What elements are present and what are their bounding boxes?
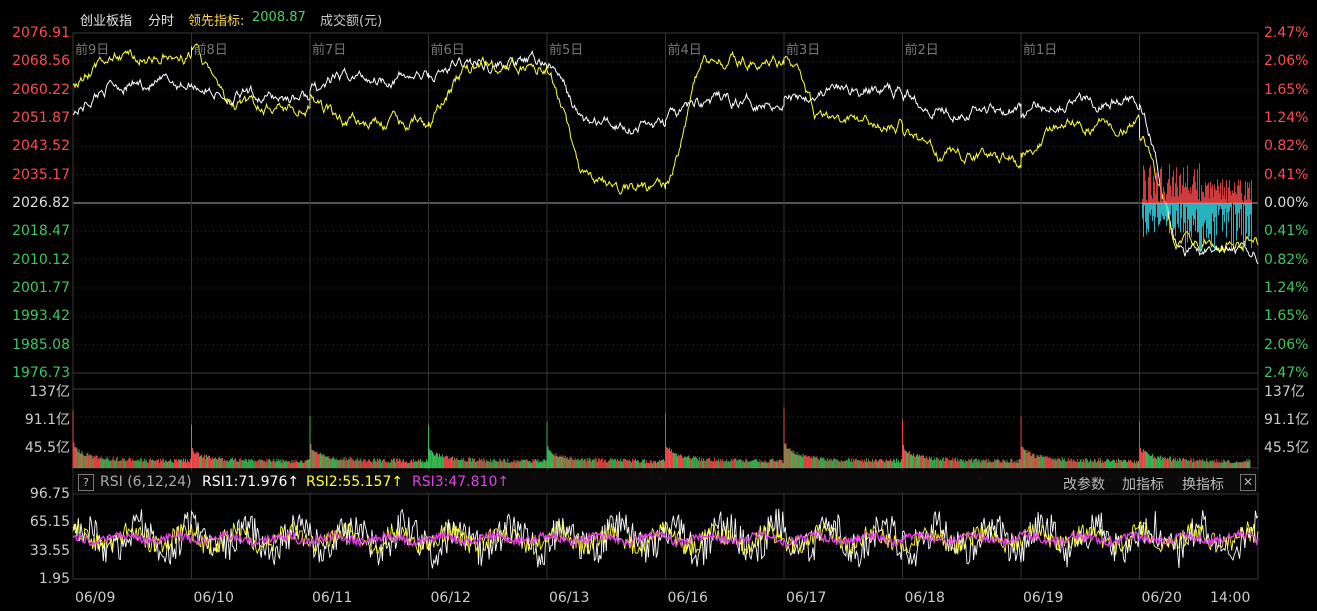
help-button[interactable]: ? [78, 474, 94, 491]
percent-label: 2.06% [1264, 336, 1309, 353]
percent-label: 0.41% [1264, 223, 1309, 240]
amount-label: 成交额(元) [320, 14, 383, 29]
grid-lines [72, 32, 1259, 580]
percent-label: 0.00% [1264, 195, 1309, 211]
volume-label: 137亿 [1264, 384, 1305, 400]
date-label: 06/09 [75, 590, 116, 606]
day-label: 前7日 [312, 43, 347, 58]
close-icon[interactable]: ✕ [1240, 474, 1256, 491]
percent-label: 1.65% [1264, 81, 1309, 98]
day-label: 前8日 [193, 43, 228, 58]
volume-label: 91.1亿 [24, 412, 70, 428]
price-label: 1993.42 [12, 308, 70, 325]
leading-label: 领先指标: [188, 14, 245, 29]
percent-label: 1.24% [1264, 110, 1309, 126]
rsi-label: 1.95 [38, 571, 70, 587]
percent-label: 0.41% [1264, 166, 1309, 183]
day-label: 前9日 [75, 43, 110, 58]
percent-label: 1.65% [1264, 308, 1309, 325]
switch-indicator-button[interactable]: 换指标 [1182, 474, 1224, 494]
rsi-label: 33.55 [29, 542, 70, 559]
price-label: 2001.77 [12, 280, 70, 296]
price-label: 2035.17 [12, 166, 70, 183]
date-label: 06/12 [430, 590, 471, 606]
price-label: 1985.08 [12, 336, 70, 353]
leading-value: 2008.87 [252, 10, 306, 25]
rsi-label: 65.15 [29, 514, 70, 531]
mode-label[interactable]: 分时 [148, 10, 174, 29]
date-label: 06/16 [667, 590, 708, 606]
date-label: 06/20 [1141, 590, 1182, 606]
add-indicator-button[interactable]: 加指标 [1122, 474, 1164, 494]
chart-canvas [72, 32, 1259, 580]
percent-label: 2.47% [1264, 365, 1309, 381]
volume-label: 137亿 [29, 384, 70, 400]
index-name[interactable]: 创业板指 [80, 10, 132, 29]
day-label: 前5日 [549, 43, 584, 58]
date-label: 06/13 [549, 590, 590, 606]
price-label: 2010.12 [12, 251, 70, 268]
day-label: 前6日 [430, 43, 465, 58]
percent-label: 0.82% [1264, 251, 1309, 268]
day-label: 前1日 [1023, 43, 1058, 58]
percent-label: 1.24% [1264, 280, 1309, 296]
date-label: 06/10 [193, 590, 234, 606]
volume-label: 91.1亿 [1264, 412, 1310, 428]
volume-label: 45.5亿 [24, 440, 70, 456]
day-label: 前4日 [667, 43, 702, 58]
day-label: 前2日 [904, 43, 939, 58]
price-label: 2051.87 [12, 110, 70, 126]
edit-params-button[interactable]: 改参数 [1063, 474, 1105, 494]
rsi-label: 96.75 [29, 486, 70, 502]
price-label: 2026.82 [12, 195, 70, 211]
volume-label: 45.5亿 [1264, 440, 1310, 456]
day-label: 前3日 [786, 43, 821, 58]
percent-label: 2.06% [1264, 53, 1309, 70]
rsi1-value: RSI1:71.976↑ [202, 474, 300, 490]
price-label: 2018.47 [12, 223, 70, 240]
price-label: 2043.52 [12, 138, 70, 155]
percent-label: 0.82% [1264, 138, 1309, 155]
rsi2-value: RSI2:55.157↑ [306, 474, 404, 490]
price-label: 2076.91 [12, 25, 70, 41]
percent-label: 2.47% [1264, 25, 1309, 41]
rsi-name: RSI (6,12,24) [100, 474, 192, 490]
price-label: 2060.22 [12, 81, 70, 98]
price-label: 1976.73 [12, 365, 70, 381]
date-label: 06/19 [1023, 590, 1064, 606]
date-label: 14:00 [1210, 590, 1251, 606]
price-label: 2068.56 [12, 53, 70, 70]
rsi3-value: RSI3:47.810↑ [412, 474, 510, 490]
date-label: 06/17 [786, 590, 827, 606]
date-label: 06/11 [312, 590, 353, 606]
date-label: 06/18 [904, 590, 945, 606]
